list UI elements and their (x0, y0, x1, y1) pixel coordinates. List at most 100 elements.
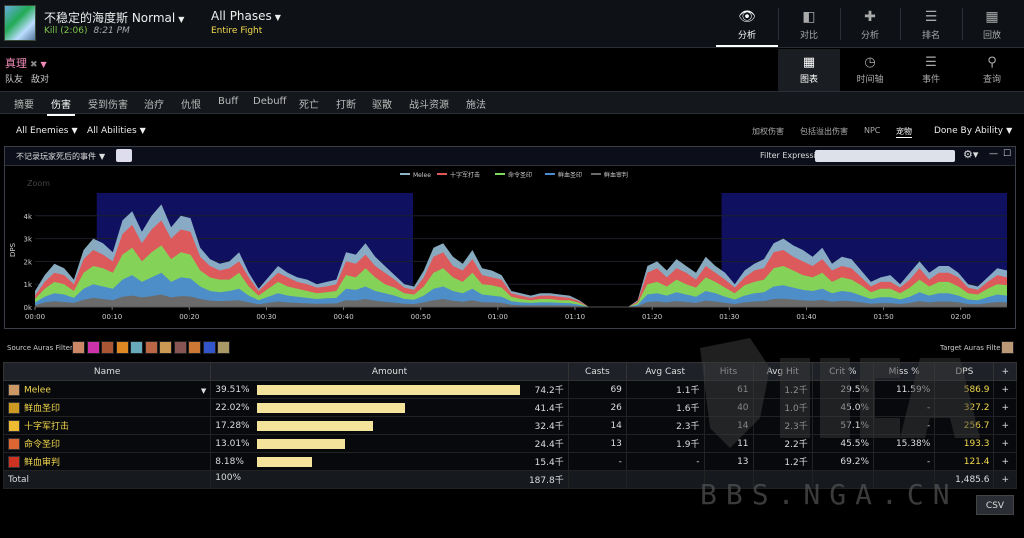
total-add[interactable]: + (993, 470, 1017, 489)
col-dps[interactable]: DPS (934, 362, 995, 381)
col-casts[interactable]: Casts (567, 362, 627, 381)
tab-healing[interactable]: 治疗 (144, 96, 164, 111)
y-tick-label: 1k (23, 281, 32, 289)
table-row[interactable]: 十字军打击 17.28% 32.4千 14 2.3千 14 2.3千 57.1% -256.7 + (2, 416, 1017, 435)
amount-cell: 22.02% 41.4千 (210, 398, 569, 417)
nav-rankings[interactable]: ☰ 排名 (900, 0, 962, 47)
team-friend[interactable]: 队友 (5, 75, 23, 85)
aura-8-icon[interactable] (173, 341, 187, 354)
x-tick-label: 01:10 (565, 313, 585, 321)
casts-cell: 26 (567, 398, 627, 417)
y-tick-label: 0k (23, 304, 32, 312)
aura-3-icon[interactable] (101, 341, 114, 354)
deaths-checkbox[interactable] (116, 149, 132, 162)
nav-label: 回放 (982, 31, 1001, 41)
deaths-filter-dropdown[interactable]: 不记录玩家死后的事件 ▼ (16, 151, 105, 162)
aura-7-icon[interactable] (159, 341, 172, 354)
col-crit[interactable]: Crit % (811, 362, 875, 381)
tab-damage-taken[interactable]: 受到伤害 (88, 96, 128, 111)
enemies-dropdown[interactable]: All Enemies ▼ (16, 126, 78, 136)
nav-replay[interactable]: ▦ 回放 (962, 0, 1022, 47)
team-enemy[interactable]: 敌对 (31, 75, 49, 85)
x-tick-label: 00:40 (333, 313, 353, 321)
tab-resources[interactable]: 战斗资源 (409, 96, 449, 111)
tab-debuffs[interactable]: Debuff (253, 96, 286, 107)
aura-1-icon[interactable] (72, 341, 85, 354)
col-avg-cast[interactable]: Avg Cast (625, 362, 705, 381)
kill-info: Kill (2:06) 8:21 PM (44, 26, 130, 36)
option-overkill[interactable]: 包括溢出伤害 (800, 126, 848, 137)
maximize-icon[interactable]: ☐ (1003, 149, 1011, 159)
nav-analyze[interactable]: 👁 分析 (716, 0, 778, 47)
view-events[interactable]: ☰ 事件 (900, 49, 962, 91)
ability-name-cell[interactable]: 鲜血审判 (2, 452, 212, 471)
col-amount[interactable]: Amount (210, 362, 569, 381)
aura-10-icon[interactable] (202, 341, 216, 354)
add-cell[interactable]: + (993, 452, 1017, 471)
tab-dispels[interactable]: 驱散 (372, 96, 392, 111)
crit-cell: 29.5% (811, 380, 875, 399)
nav-puzzle[interactable]: ✚ 分析 (840, 0, 900, 47)
table-row[interactable]: Melee ▼ 39.51% 74.2千 69 1.1千 61 1.2千 29.5% 11.59%… (2, 380, 1017, 399)
add-cell[interactable]: + (993, 416, 1017, 435)
col-miss[interactable]: Miss % (872, 362, 936, 381)
minimize-icon[interactable]: — (989, 149, 998, 159)
table-row[interactable]: 鲜血审判 8.18% 15.4千 - -13 1.2千 69.2% -121.4 + (2, 452, 1017, 471)
amount-percent: 39.51% (215, 384, 250, 395)
ability-name-cell[interactable]: Melee ▼ (2, 380, 212, 399)
table-row[interactable]: 命令圣印 13.01% 24.4千 13 1.9千 11 2.2千 45.5% 15.38% 19… (2, 434, 1017, 453)
filter-expression-input[interactable] (815, 150, 955, 162)
nav-compare[interactable]: ◧ 对比 (778, 0, 840, 47)
aura-11-icon[interactable] (217, 341, 230, 354)
tab-casts[interactable]: 施法 (466, 96, 486, 111)
aura-2-icon[interactable] (86, 341, 100, 354)
add-cell[interactable]: + (993, 380, 1017, 399)
abilities-dropdown[interactable]: All Abilities ▼ (87, 126, 146, 136)
ability-name-cell[interactable]: 鲜血圣印 (2, 398, 212, 417)
ability-name-cell[interactable]: 十字军打击 (2, 416, 212, 435)
tab-summary[interactable]: 摘要 (14, 96, 34, 111)
option-weighted[interactable]: 加权伤害 (752, 126, 784, 137)
tab-buffs[interactable]: Buff (218, 96, 238, 107)
aura-5-icon[interactable] (130, 341, 143, 354)
tab-threat[interactable]: 仇恨 (181, 96, 201, 111)
phase-selector[interactable]: All Phases ▼ (211, 9, 281, 23)
boss-selector[interactable]: 不稳定的海度斯 Normal ▼ (44, 9, 184, 26)
col-avg-hit[interactable]: Avg Hit (752, 362, 813, 381)
done-by-dropdown[interactable]: Done By Ability ▼ (934, 126, 1012, 136)
player-selector[interactable]: 真理 ✖ ▼ (5, 55, 47, 71)
csv-button[interactable]: CSV (976, 495, 1014, 515)
table-row[interactable]: 鲜血圣印 22.02% 41.4千 26 1.6千 40 1.0千 45.0% -327.2 + (2, 398, 1017, 417)
tab-deaths[interactable]: 死亡 (299, 96, 319, 111)
aura-6-icon[interactable] (144, 341, 158, 354)
tab-interrupts[interactable]: 打断 (336, 96, 356, 111)
deaths-filter-label: 不记录玩家死后的事件 (16, 152, 96, 161)
chevron-down-icon: ▼ (178, 15, 185, 24)
col-name[interactable]: Name (2, 362, 212, 381)
option-npc[interactable]: NPC (864, 126, 880, 135)
casts-cell: 14 (567, 416, 627, 435)
target-auras-label: Target Auras Filter: (940, 344, 1006, 352)
dps-chart[interactable]: Melee 十字军打击 命令圣印 鲜血圣印 鲜血审判 Zoom 0k 1k 2k 3k 4k DPS 0… (5, 166, 1015, 328)
target-aura-icon[interactable] (1001, 341, 1014, 354)
view-charts[interactable]: ▦ 图表 (778, 49, 840, 91)
remove-player-icon[interactable]: ✖ (30, 60, 38, 70)
amount-bar (257, 384, 521, 395)
aura-4-icon[interactable] (115, 341, 129, 354)
player-name: 真理 (5, 57, 27, 70)
col-add[interactable]: + (993, 362, 1017, 381)
add-cell[interactable]: + (993, 434, 1017, 453)
view-query[interactable]: ⚲ 查询 (962, 49, 1022, 91)
avg-cast-cell: - (625, 452, 705, 471)
aura-9-icon[interactable] (188, 341, 201, 354)
tab-damage-done[interactable]: 伤害 (47, 96, 75, 116)
add-cell[interactable]: + (993, 398, 1017, 417)
view-timeline[interactable]: ◷ 时间轴 (840, 49, 900, 91)
row-menu-icon[interactable]: ▼ (201, 387, 206, 395)
option-pets[interactable]: 宠物 (896, 126, 912, 138)
col-hits[interactable]: Hits (703, 362, 754, 381)
miss-cell: - (872, 416, 936, 435)
kill-clock: 8:21 PM (93, 26, 130, 36)
gear-icon[interactable]: ⚙▾ (963, 148, 978, 161)
ability-name-cell[interactable]: 命令圣印 (2, 434, 212, 453)
